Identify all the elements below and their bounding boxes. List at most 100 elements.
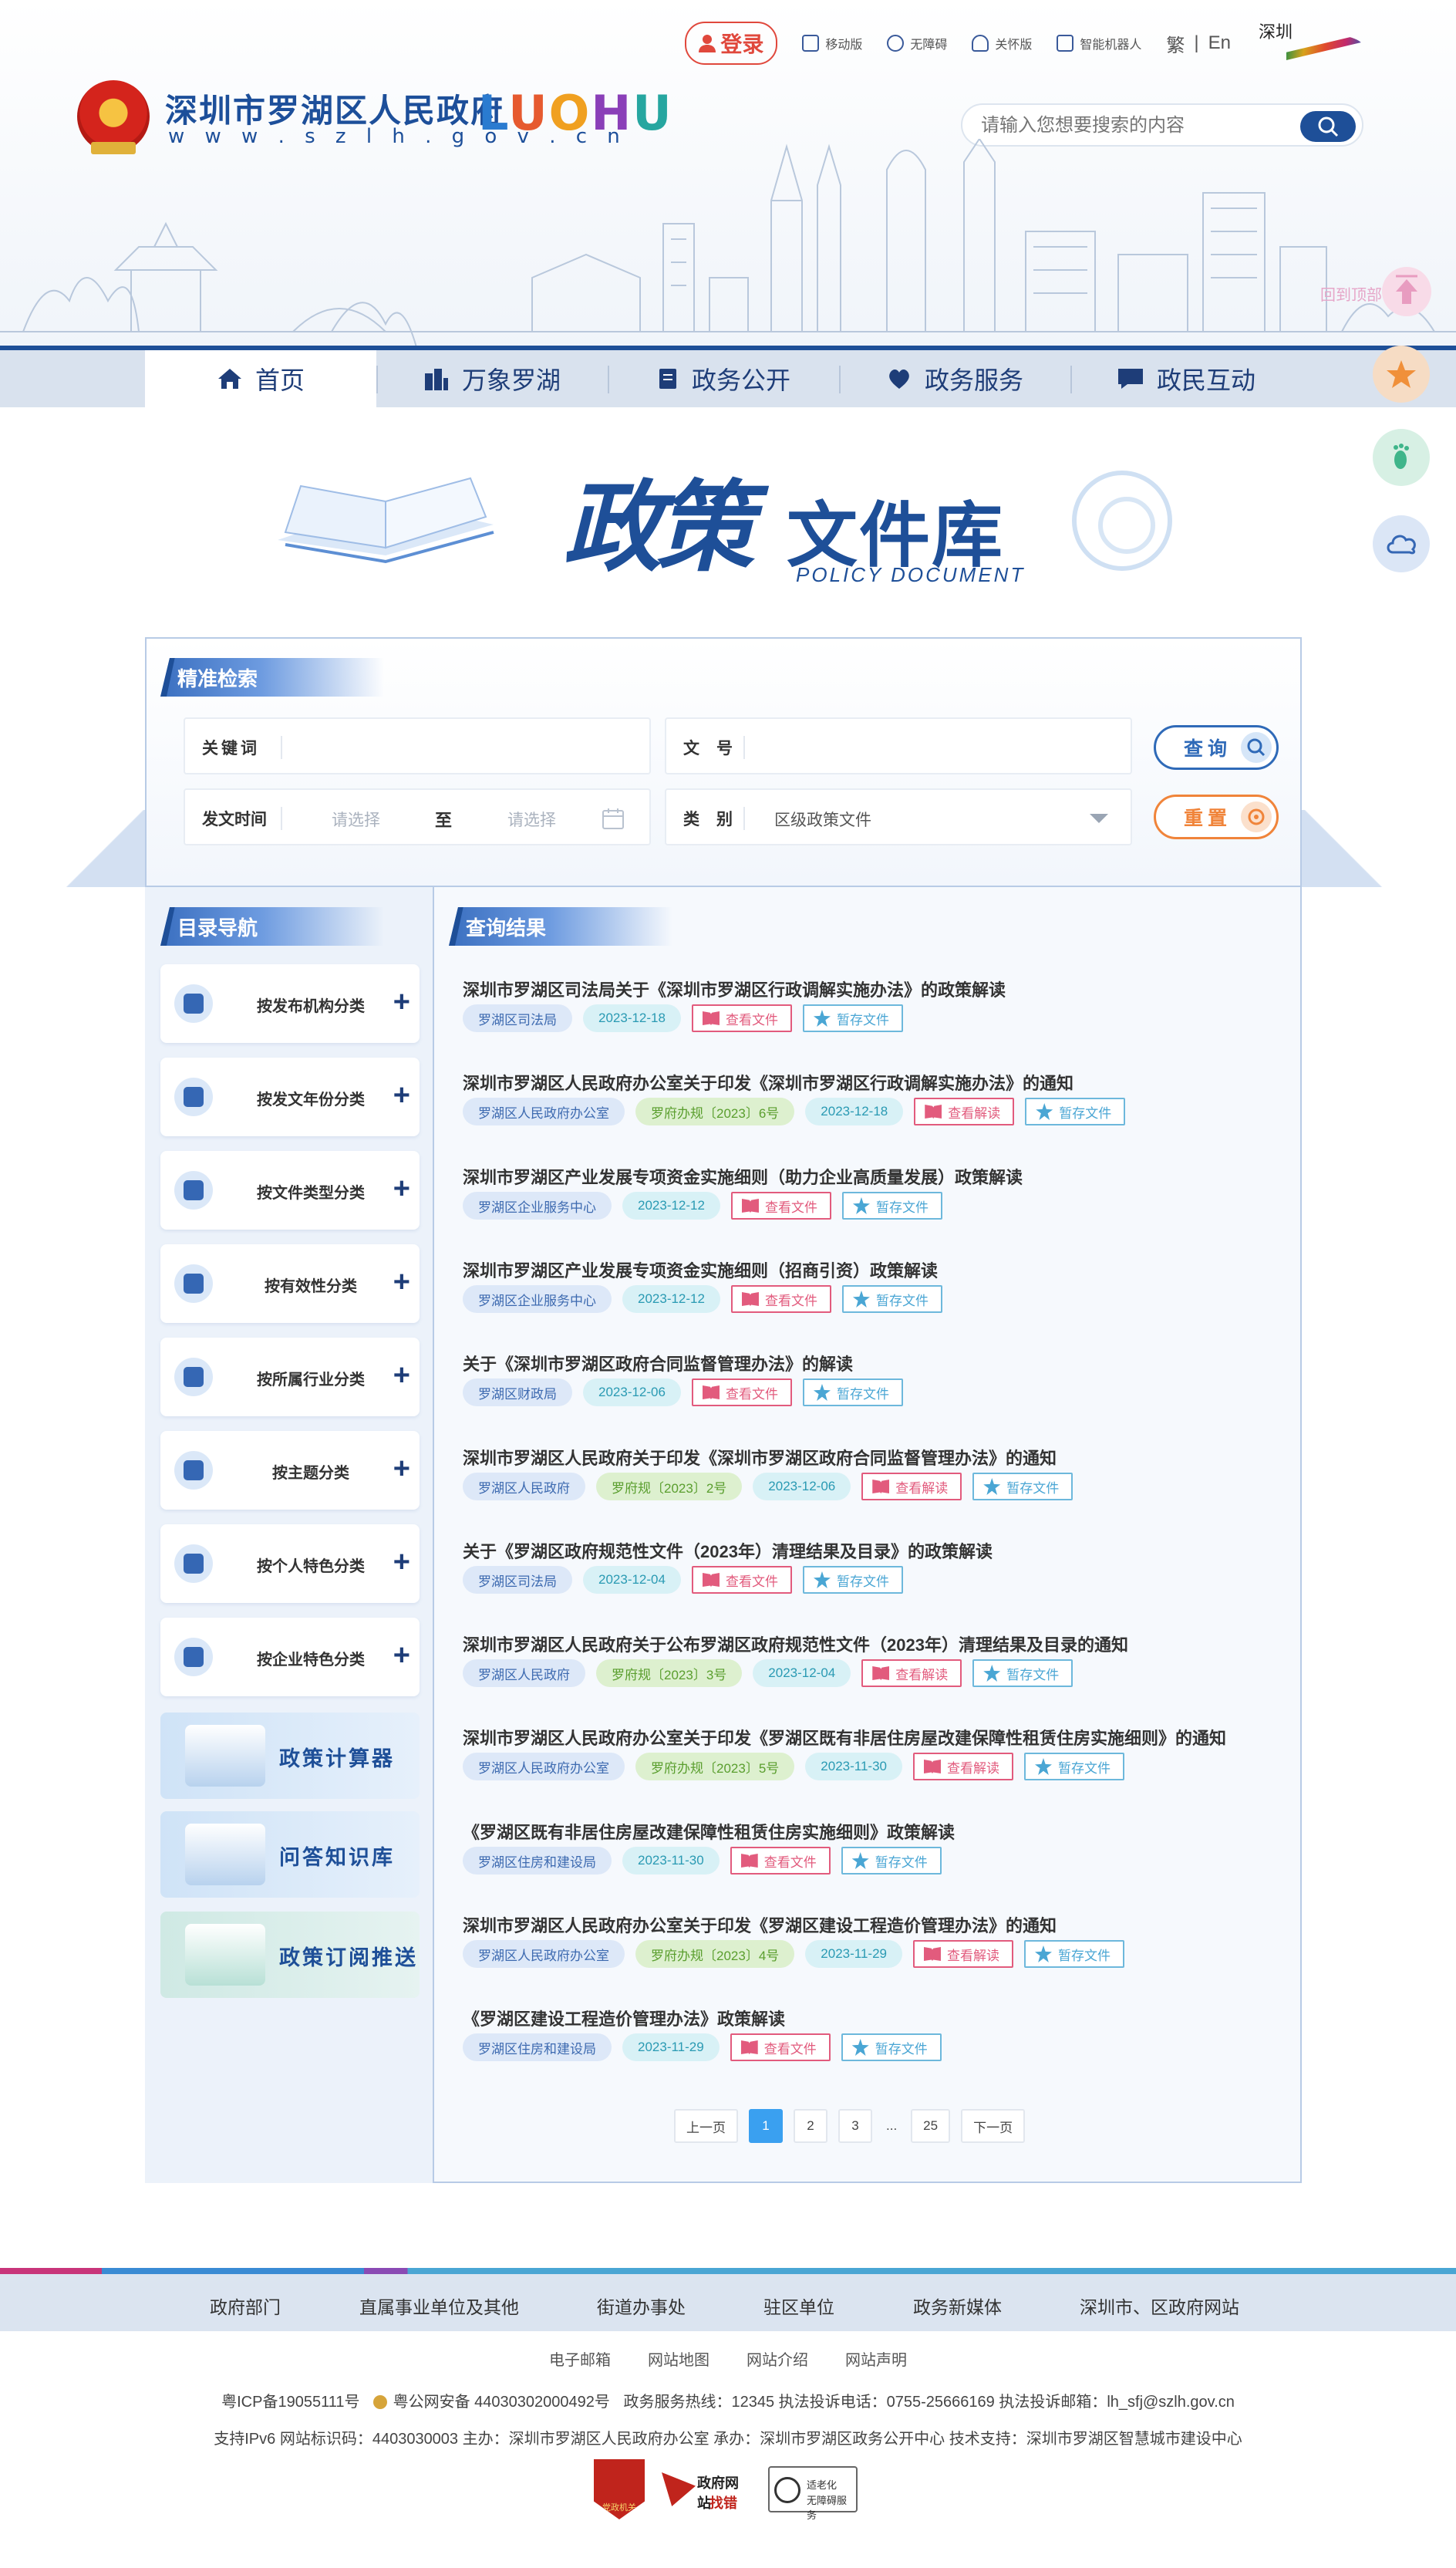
save-document-button[interactable]: 暂存文件	[841, 2033, 942, 2061]
tool-label: 政策订阅推送	[279, 1946, 418, 1969]
result-title-link[interactable]: 深圳市罗湖区人民政府关于公布罗湖区政府规范性文件（2023年）清理结果及目录的通…	[463, 1632, 1280, 1656]
traditional-chinese-link[interactable]: 繁	[1166, 30, 1185, 57]
save-document-button[interactable]: 暂存文件	[972, 1659, 1073, 1687]
nav-home[interactable]: 首页	[145, 350, 376, 407]
elderly-accessible-badge[interactable]: 适老化 无障碍服务	[768, 2466, 858, 2521]
flag-icon	[662, 2472, 696, 2506]
result-title-link[interactable]: 深圳市罗湖区人民政府办公室关于印发《深圳市罗湖区行政调解实施办法》的通知	[463, 1070, 1280, 1095]
robot-link[interactable]: 智能机器人	[1057, 34, 1141, 52]
result-title-link[interactable]: 深圳市罗湖区人民政府关于印发《深圳市罗湖区政府合同监督管理办法》的通知	[463, 1445, 1280, 1470]
category-by-theme[interactable]: 按主题分类 +	[160, 1431, 420, 1510]
view-interpretation-button[interactable]: 查看解读	[861, 1659, 962, 1687]
page-last-button[interactable]: 25	[911, 2109, 951, 2143]
date-badge: 2023-12-04	[583, 1566, 681, 1594]
date-start-input[interactable]: 请选择	[332, 808, 380, 831]
footer-link-about[interactable]: 网站介绍	[747, 2347, 808, 2370]
footer-link-email[interactable]: 电子邮箱	[549, 2347, 611, 2370]
category-by-personal[interactable]: 按个人特色分类 +	[160, 1524, 420, 1603]
result-title-link[interactable]: 《罗湖区既有非居住房屋改建保障性租赁住房实施细则》政策解读	[463, 1819, 1280, 1844]
docno-field[interactable]: 文号	[665, 717, 1132, 774]
nav-gov-open[interactable]: 政务公开	[608, 350, 839, 407]
footer-nav-gov-sites[interactable]: 深圳市、区政府网站	[1080, 2293, 1239, 2319]
care-version-link[interactable]: 关怀版	[972, 34, 1032, 52]
elderly-text: 适老化	[807, 2479, 838, 2491]
result-title-link[interactable]: 深圳市罗湖区司法局关于《深圳市罗湖区行政调解实施办法》的政策解读	[463, 977, 1280, 1001]
save-document-button[interactable]: 暂存文件	[841, 1285, 942, 1313]
footer-link-statement[interactable]: 网站声明	[845, 2347, 907, 2370]
gov-site-error-badge[interactable]: 政府网站 找错	[662, 2466, 751, 2512]
category-by-validity[interactable]: 按有效性分类 +	[160, 1244, 420, 1323]
view-document-button[interactable]: 查看文件	[730, 1847, 831, 1875]
footer-nav-gov-depts[interactable]: 政府部门	[210, 2293, 281, 2319]
save-document-button[interactable]: 暂存文件	[802, 1566, 903, 1594]
category-by-enterprise[interactable]: 按企业特色分类 +	[160, 1618, 420, 1696]
category-by-year[interactable]: 按发文年份分类 +	[160, 1058, 420, 1136]
result-title-link[interactable]: 深圳市罗湖区人民政府办公室关于印发《罗湖区既有非居住房屋改建保障性租赁住房实施细…	[463, 1725, 1280, 1750]
view-interpretation-button[interactable]: 查看解读	[914, 1098, 1015, 1125]
cloud-float-button[interactable]	[1373, 515, 1430, 572]
favorite-float-button[interactable]	[1373, 346, 1430, 403]
view-interpretation-button[interactable]: 查看解读	[912, 1940, 1013, 1968]
back-to-top-button[interactable]: 回到顶部	[1320, 267, 1431, 316]
save-document-button[interactable]: 暂存文件	[1025, 1098, 1126, 1125]
save-document-button[interactable]: 暂存文件	[1023, 1940, 1124, 1968]
page-3-button[interactable]: 3	[838, 2109, 872, 2143]
view-document-button[interactable]: 查看文件	[691, 1004, 792, 1032]
page-2-button[interactable]: 2	[794, 2109, 827, 2143]
police-record-link[interactable]: 粤公网安备 44030302000492号	[393, 2394, 610, 2411]
save-document-button[interactable]: 暂存文件	[841, 1847, 942, 1875]
accessible-link[interactable]: 无障碍	[887, 34, 947, 52]
shenzhen-logo[interactable]: 深圳	[1255, 19, 1363, 68]
search-input[interactable]	[981, 114, 1274, 137]
search-button[interactable]	[1300, 111, 1356, 142]
result-title-link[interactable]: 深圳市罗湖区人民政府办公室关于印发《罗湖区建设工程造价管理办法》的通知	[463, 1912, 1280, 1937]
party-gov-badge-icon[interactable]: 党政机关	[594, 2459, 645, 2519]
result-title-link[interactable]: 深圳市罗湖区产业发展专项资金实施细则（招商引资）政策解读	[463, 1257, 1280, 1282]
category-by-publisher[interactable]: 按发布机构分类 +	[160, 964, 420, 1043]
policy-calculator-card[interactable]: 政策计算器	[160, 1713, 420, 1799]
category-by-type[interactable]: 按文件类型分类 +	[160, 1151, 420, 1230]
footer-nav-resident-units[interactable]: 驻区单位	[763, 2293, 834, 2319]
nav-interaction[interactable]: 政民互动	[1070, 350, 1302, 407]
qa-knowledge-card[interactable]: 问答知识库	[160, 1811, 420, 1898]
footer-nav-new-media[interactable]: 政务新媒体	[913, 2293, 1002, 2319]
icp-record-link[interactable]: 粤ICP备19055111号	[221, 2394, 359, 2411]
view-document-button[interactable]: 查看文件	[691, 1378, 792, 1406]
save-document-button[interactable]: 暂存文件	[972, 1473, 1073, 1500]
policy-subscription-card[interactable]: 政策订阅推送	[160, 1912, 420, 1998]
category-select[interactable]: 类别 区级政策文件	[665, 788, 1132, 845]
next-page-button[interactable]: 下一页	[961, 2109, 1026, 2143]
nav-gov-service[interactable]: 政务服务	[839, 350, 1070, 407]
result-title-link[interactable]: 深圳市罗湖区产业发展专项资金实施细则（助力企业高质量发展）政策解读	[463, 1164, 1280, 1189]
english-link[interactable]: En	[1208, 32, 1231, 54]
view-document-button[interactable]: 查看文件	[730, 1192, 831, 1220]
nav-wanxiang[interactable]: 万象罗湖	[376, 350, 608, 407]
prev-page-button[interactable]: 上一页	[674, 2109, 738, 2143]
footer-nav-institutions[interactable]: 直属事业单位及其他	[359, 2293, 519, 2319]
calendar-icon[interactable]	[602, 807, 625, 830]
save-document-button[interactable]: 暂存文件	[841, 1192, 942, 1220]
mobile-version-link[interactable]: 移动版	[802, 34, 862, 52]
date-range-field[interactable]: 发文时间 请选择 至 请选择	[184, 788, 651, 845]
date-end-input[interactable]: 请选择	[507, 808, 556, 831]
view-document-button[interactable]: 查看文件	[730, 1285, 831, 1313]
result-title-link[interactable]: 关于《深圳市罗湖区政府合同监督管理办法》的解读	[463, 1351, 1280, 1375]
view-interpretation-button[interactable]: 查看解读	[912, 1753, 1013, 1780]
result-title-link[interactable]: 关于《罗湖区政府规范性文件（2023年）清理结果及目录》的政策解读	[463, 1538, 1280, 1563]
view-document-button[interactable]: 查看文件	[730, 2033, 831, 2061]
login-button[interactable]: 登录	[685, 22, 778, 65]
save-document-button[interactable]: 暂存文件	[802, 1004, 903, 1032]
keyword-field[interactable]: 关键词	[184, 717, 651, 774]
page-1-button[interactable]: 1	[749, 2109, 783, 2143]
footprint-float-button[interactable]	[1373, 429, 1430, 486]
category-by-industry[interactable]: 按所属行业分类 +	[160, 1338, 420, 1416]
footer-nav-subdistricts[interactable]: 街道办事处	[597, 2293, 686, 2319]
query-button[interactable]: 查询	[1154, 725, 1279, 770]
view-document-button[interactable]: 查看文件	[691, 1566, 792, 1594]
result-title-link[interactable]: 《罗湖区建设工程造价管理办法》政策解读	[463, 2006, 1280, 2030]
view-interpretation-button[interactable]: 查看解读	[861, 1473, 962, 1500]
save-document-button[interactable]: 暂存文件	[1023, 1753, 1124, 1780]
reset-button[interactable]: 重置	[1154, 795, 1279, 839]
save-document-button[interactable]: 暂存文件	[802, 1378, 903, 1406]
footer-link-sitemap[interactable]: 网站地图	[648, 2347, 709, 2370]
